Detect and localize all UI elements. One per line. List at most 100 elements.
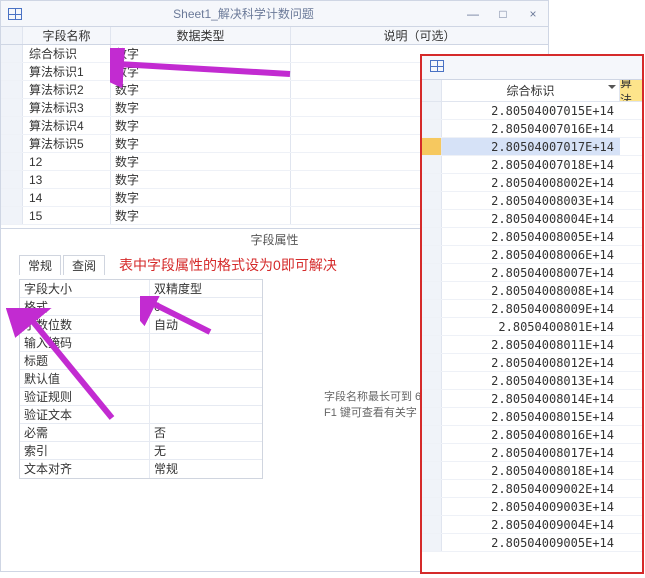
field-name-cell[interactable]: 算法标识4 <box>23 117 111 134</box>
table-row[interactable]: 2.80504008005E+14 <box>422 228 642 246</box>
value-cell[interactable]: 2.80504008014E+14 <box>442 390 620 407</box>
data-type-cell[interactable]: 数字 <box>111 135 291 152</box>
value-cell[interactable]: 2.80504008011E+14 <box>442 336 620 353</box>
table-row[interactable]: 2.80504009005E+14 <box>422 534 642 552</box>
header-field-name: 字段名称 <box>23 27 111 44</box>
property-value[interactable]: 否 <box>150 424 262 441</box>
table-row[interactable]: 2.80504008017E+14 <box>422 444 642 462</box>
value-cell[interactable]: 2.80504008008E+14 <box>442 282 620 299</box>
value-cell[interactable]: 2.80504008013E+14 <box>442 372 620 389</box>
data-type-cell[interactable]: 数字 <box>111 207 291 224</box>
value-cell[interactable]: 2.80504008016E+14 <box>442 426 620 443</box>
table-row[interactable]: 2.80504008016E+14 <box>422 426 642 444</box>
table-row[interactable]: 2.80504009003E+14 <box>422 498 642 516</box>
field-grid-header: 字段名称 数据类型 说明（可选） <box>1 27 548 45</box>
value-cell[interactable]: 2.80504008015E+14 <box>442 408 620 425</box>
value-cell[interactable]: 2.80504008002E+14 <box>442 174 620 191</box>
table-row[interactable]: 2.80504008006E+14 <box>422 246 642 264</box>
arrow-2 <box>140 296 220 336</box>
property-row[interactable]: 索引无 <box>20 442 262 460</box>
property-value[interactable] <box>150 334 262 351</box>
property-value[interactable] <box>150 406 262 423</box>
table-row[interactable]: 2.80504008012E+14 <box>422 354 642 372</box>
property-value[interactable]: 双精度型 <box>150 280 262 297</box>
data-type-cell[interactable]: 数字 <box>111 117 291 134</box>
arrow-1 <box>110 48 294 88</box>
window-title: Sheet1_解决科学计数问题 <box>29 5 458 22</box>
value-cell[interactable]: 2.80504008009E+14 <box>442 300 620 317</box>
header-description: 说明（可选） <box>291 27 548 44</box>
table-row[interactable]: 2.80504008009E+14 <box>422 300 642 318</box>
field-name-cell[interactable]: 算法标识3 <box>23 99 111 116</box>
property-value[interactable] <box>150 388 262 405</box>
window-buttons: — □ × <box>458 1 548 27</box>
property-key: 字段大小 <box>20 280 150 297</box>
value-cell[interactable]: 2.80504008007E+14 <box>442 264 620 281</box>
property-value[interactable] <box>150 352 262 369</box>
table-row[interactable]: 2.80504007018E+14 <box>422 156 642 174</box>
grid-icon <box>1 1 29 27</box>
datasheet-window: 综合标识 算法 2.80504007015E+142.80504007016E+… <box>420 54 644 574</box>
table-row[interactable]: 2.80504008014E+14 <box>422 390 642 408</box>
table-row[interactable]: 2.80504008015E+14 <box>422 408 642 426</box>
minimize-button[interactable]: — <box>458 1 488 27</box>
field-name-cell[interactable]: 14 <box>23 189 111 206</box>
value-cell[interactable]: 2.80504008003E+14 <box>442 192 620 209</box>
value-cell[interactable]: 2.80504008006E+14 <box>442 246 620 263</box>
value-cell[interactable]: 2.80504009004E+14 <box>442 516 620 533</box>
value-cell[interactable]: 2.80504009002E+14 <box>442 480 620 497</box>
value-cell[interactable]: 2.80504008005E+14 <box>442 228 620 245</box>
field-name-cell[interactable]: 12 <box>23 153 111 170</box>
column-header-b[interactable]: 算法 <box>620 80 642 101</box>
table-row[interactable]: 2.80504008008E+14 <box>422 282 642 300</box>
datasheet-header: 综合标识 算法 <box>422 80 642 102</box>
value-cell[interactable]: 2.80504008004E+14 <box>442 210 620 227</box>
field-name-cell[interactable]: 综合标识 <box>23 45 111 62</box>
table-row[interactable]: 2.8050400801E+14 <box>422 318 642 336</box>
table-row[interactable]: 2.80504007015E+14 <box>422 102 642 120</box>
annotation-text: 表中字段属性的格式设为0即可解决 <box>119 255 337 275</box>
table-row[interactable]: 2.80504008003E+14 <box>422 192 642 210</box>
value-cell[interactable]: 2.80504007015E+14 <box>442 102 620 119</box>
property-row[interactable]: 文本对齐常规 <box>20 460 262 478</box>
value-cell[interactable]: 2.80504009003E+14 <box>442 498 620 515</box>
value-cell[interactable]: 2.80504009005E+14 <box>442 534 620 551</box>
data-type-cell[interactable]: 数字 <box>111 189 291 206</box>
table-row[interactable]: 2.80504008004E+14 <box>422 210 642 228</box>
table-row[interactable]: 2.80504009002E+14 <box>422 480 642 498</box>
tab-general[interactable]: 常规 <box>19 255 61 275</box>
property-value[interactable] <box>150 370 262 387</box>
value-cell[interactable]: 2.80504007018E+14 <box>442 156 620 173</box>
table-row[interactable]: 2.80504008007E+14 <box>422 264 642 282</box>
property-key: 索引 <box>20 442 150 459</box>
field-name-cell[interactable]: 算法标识1 <box>23 63 111 80</box>
table-row[interactable]: 2.80504008013E+14 <box>422 372 642 390</box>
field-name-cell[interactable]: 15 <box>23 207 111 224</box>
close-button[interactable]: × <box>518 1 548 27</box>
table-row[interactable]: 2.80504008002E+14 <box>422 174 642 192</box>
field-name-cell[interactable]: 算法标识5 <box>23 135 111 152</box>
field-name-cell[interactable]: 算法标识2 <box>23 81 111 98</box>
data-type-cell[interactable]: 数字 <box>111 153 291 170</box>
table-row[interactable]: 2.80504007017E+14 <box>422 138 642 156</box>
chevron-down-icon[interactable] <box>608 85 616 93</box>
field-name-cell[interactable]: 13 <box>23 171 111 188</box>
value-cell[interactable]: 2.80504007017E+14 <box>442 138 620 155</box>
value-cell[interactable]: 2.80504008012E+14 <box>442 354 620 371</box>
data-type-cell[interactable]: 数字 <box>111 99 291 116</box>
value-cell[interactable]: 2.80504008017E+14 <box>442 444 620 461</box>
column-header-a[interactable]: 综合标识 <box>442 80 620 101</box>
table-row[interactable]: 2.80504008018E+14 <box>422 462 642 480</box>
table-row[interactable]: 2.80504007016E+14 <box>422 120 642 138</box>
data-type-cell[interactable]: 数字 <box>111 171 291 188</box>
value-cell[interactable]: 2.80504008018E+14 <box>442 462 620 479</box>
value-cell[interactable]: 2.80504007016E+14 <box>442 120 620 137</box>
maximize-button[interactable]: □ <box>488 1 518 27</box>
table-row[interactable]: 2.80504009004E+14 <box>422 516 642 534</box>
property-value[interactable]: 常规 <box>150 460 262 478</box>
tab-lookup[interactable]: 查阅 <box>63 255 105 275</box>
property-value[interactable]: 无 <box>150 442 262 459</box>
table-row[interactable]: 2.80504008011E+14 <box>422 336 642 354</box>
datasheet-titlebar <box>422 56 642 80</box>
value-cell[interactable]: 2.8050400801E+14 <box>442 318 620 335</box>
